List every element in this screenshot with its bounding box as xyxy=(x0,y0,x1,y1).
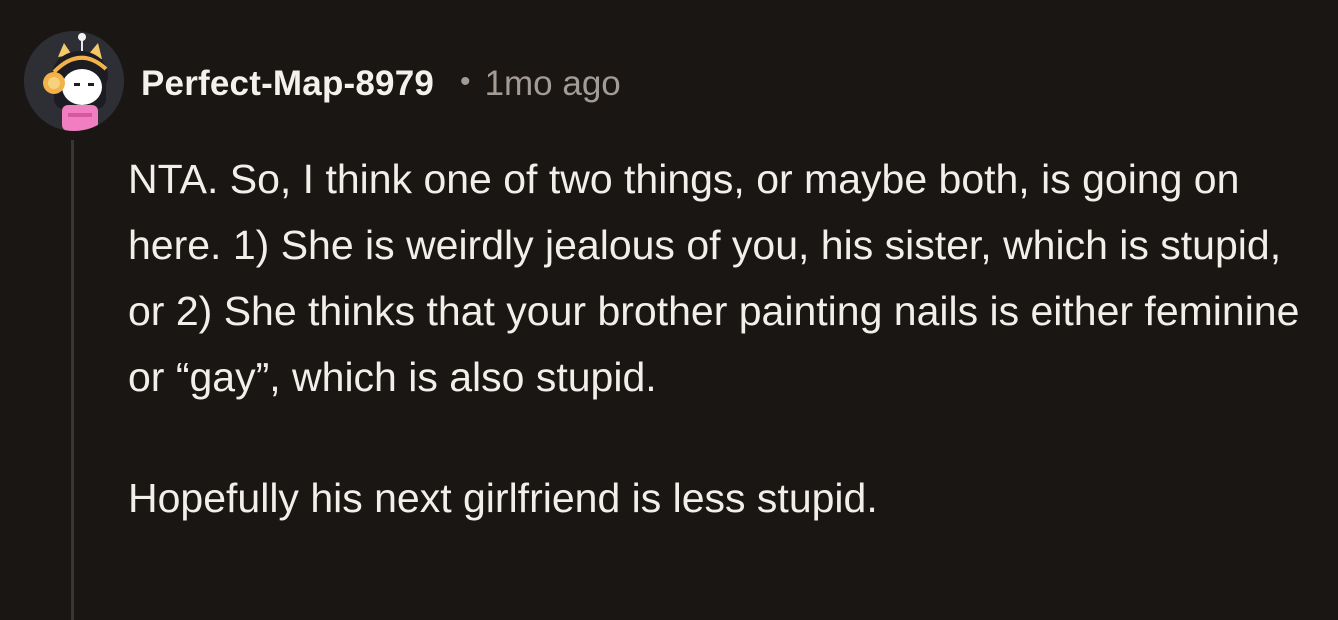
comment-timestamp[interactable]: 1mo ago xyxy=(485,64,621,104)
user-avatar[interactable] xyxy=(24,31,124,131)
comment-body: NTA. So, I think one of two things, or m… xyxy=(128,146,1318,531)
author-username[interactable]: Perfect-Map-8979 xyxy=(141,64,434,104)
comment-paragraph: NTA. So, I think one of two things, or m… xyxy=(128,156,1300,400)
comment: Perfect-Map-8979 • 1mo ago NTA. So, I th… xyxy=(0,0,1338,620)
comment-header: Perfect-Map-8979 • 1mo ago xyxy=(141,60,621,108)
meta-separator: • xyxy=(460,65,471,98)
comment-paragraph: Hopefully his next girlfriend is less st… xyxy=(128,475,878,521)
thread-line[interactable] xyxy=(71,140,74,620)
snoo-avatar-icon xyxy=(24,31,124,131)
